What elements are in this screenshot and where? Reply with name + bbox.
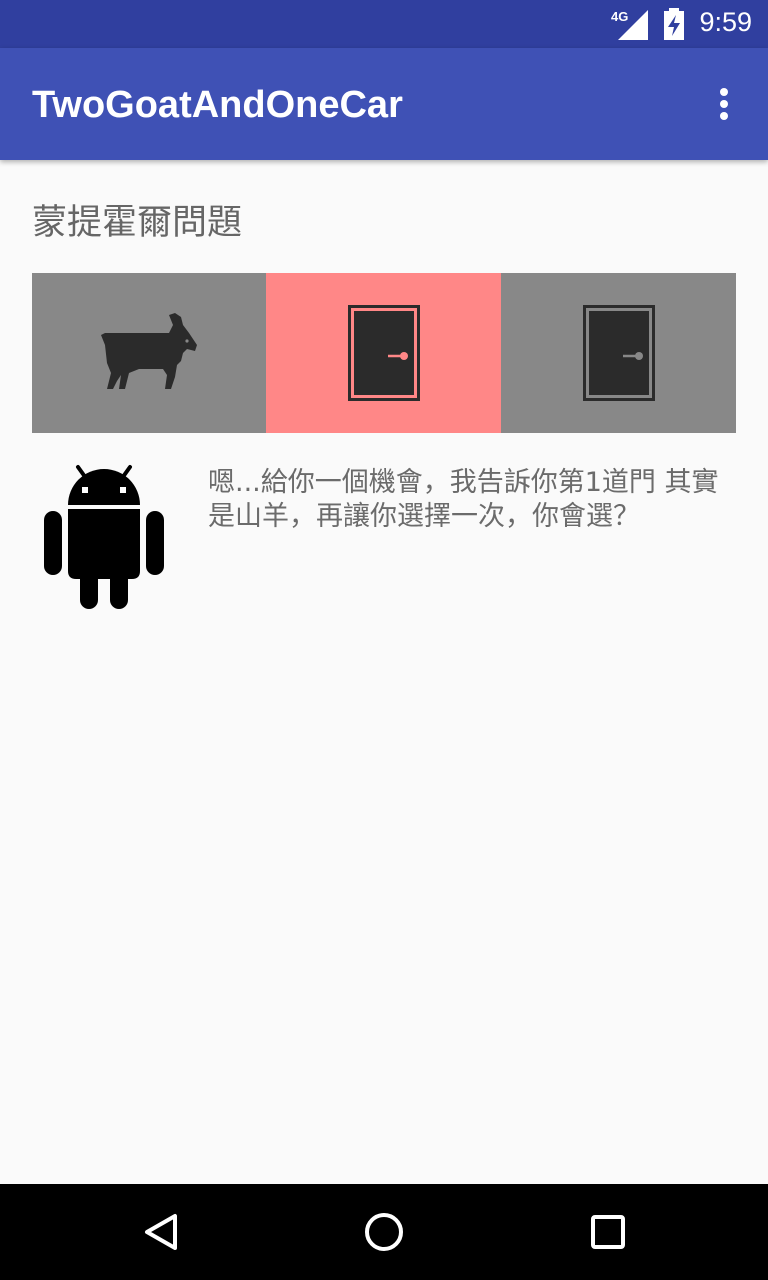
recents-icon xyxy=(591,1215,625,1249)
door-2-button[interactable] xyxy=(266,273,501,433)
status-time: 9:59 xyxy=(699,7,752,37)
door-icon xyxy=(582,305,655,401)
home-button[interactable] xyxy=(354,1202,414,1262)
status-bar: 4G 9:59 xyxy=(0,0,768,48)
goat-icon xyxy=(101,313,197,389)
door-icon xyxy=(347,305,420,401)
back-icon xyxy=(145,1214,177,1250)
door-3-button[interactable] xyxy=(501,273,736,433)
battery-charging-icon xyxy=(664,8,684,40)
recents-button[interactable] xyxy=(578,1202,638,1262)
home-icon xyxy=(365,1213,403,1251)
door-row xyxy=(32,273,736,433)
back-button[interactable] xyxy=(130,1202,190,1262)
app-title: TwoGoatAndOneCar xyxy=(32,84,403,126)
page-heading: 蒙提霍爾問題 xyxy=(32,203,243,243)
door-1-button[interactable] xyxy=(32,273,266,433)
more-vert-icon[interactable] xyxy=(700,80,748,128)
host-message: 嗯...給你一個機會，我告訴你第1道門 其實是山羊，再讓你選擇一次，你會選？ xyxy=(208,467,719,532)
app-bar: TwoGoatAndOneCar xyxy=(0,48,768,160)
android-icon xyxy=(44,465,164,609)
navigation-bar xyxy=(0,1184,768,1280)
signal-icon xyxy=(618,10,648,40)
